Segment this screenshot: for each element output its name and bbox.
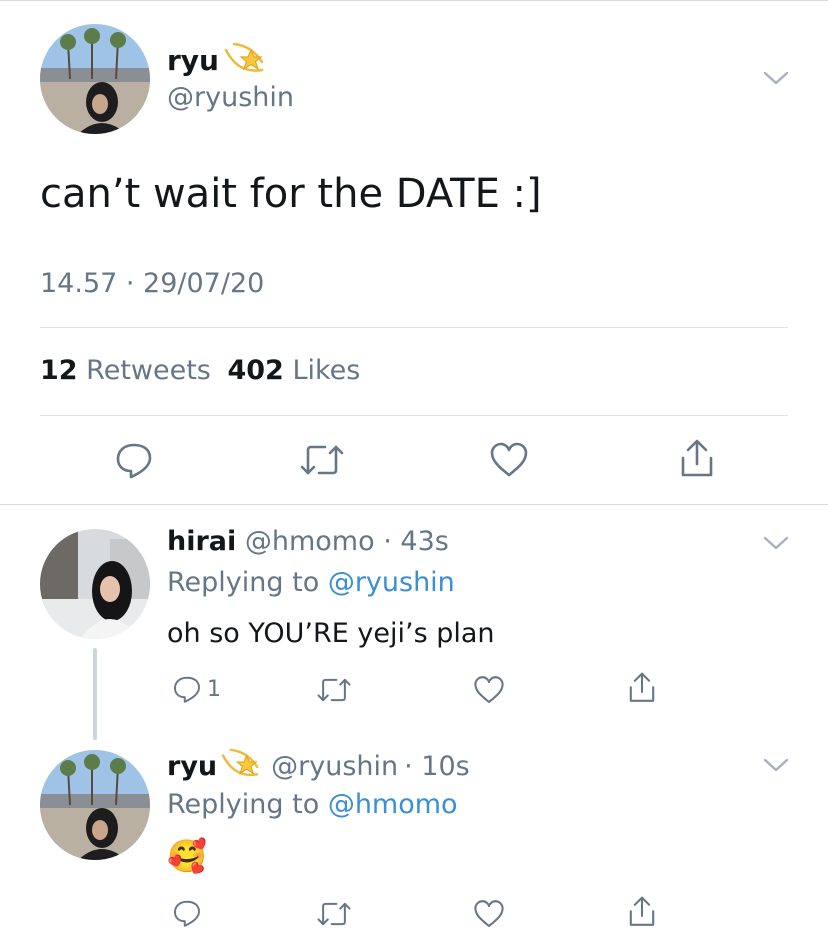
author-name-row: ryu <box>167 40 268 80</box>
like-heart-icon[interactable] <box>489 440 529 480</box>
reply2-reply-icon[interactable] <box>172 897 202 929</box>
reply1-header: hirai @hmomo · 43s <box>167 526 449 557</box>
reply2-display-name[interactable]: ryu <box>167 751 217 782</box>
thread-connector-line <box>93 648 97 740</box>
avatar-hirai[interactable] <box>40 529 150 639</box>
share-icon[interactable] <box>677 438 717 480</box>
tweet-timestamp[interactable]: 14.57 · 29/07/20 <box>40 268 264 299</box>
avatar-photo <box>40 24 150 134</box>
reply1-display-name[interactable]: hirai <box>167 526 236 557</box>
reply1-text: oh so YOU’RE yeji’s plan <box>167 618 495 649</box>
top-border <box>0 0 828 1</box>
tweet-text: can’t wait for the DATE :] <box>40 171 542 217</box>
reply2-replying-prefix: Replying to <box>167 789 320 820</box>
reply2-retweet-icon[interactable] <box>316 900 352 928</box>
likes-label: Likes <box>292 355 361 386</box>
avatar-photo-hirai <box>40 529 150 639</box>
reply2-handle[interactable]: @ryushin <box>271 751 398 782</box>
sparkle-icon <box>222 40 268 80</box>
retweet-icon[interactable] <box>299 442 345 478</box>
divider-top-stats <box>40 327 788 328</box>
engagement-stats: 12 Retweets 402 Likes <box>40 355 360 386</box>
retweets-stat[interactable]: 12 Retweets <box>40 355 219 386</box>
avatar-ryu-main[interactable] <box>40 24 150 134</box>
reply1-replying-prefix: Replying to <box>167 567 320 598</box>
tweet-menu-chevron-icon[interactable] <box>763 70 789 90</box>
retweets-count: 12 <box>40 355 78 386</box>
reply2-replying-to: Replying to @hmomo <box>167 789 458 820</box>
reply1-share-icon[interactable] <box>626 671 658 705</box>
reply1-reply-count: 1 <box>207 677 221 702</box>
author-handle[interactable]: @ryushin <box>167 82 294 113</box>
main-tweet-separator <box>0 504 828 505</box>
reply1-replying-to: Replying to @ryushin <box>167 567 455 598</box>
reply2-emoji-text: 🥰 <box>167 837 207 875</box>
reply-icon[interactable] <box>114 440 154 480</box>
display-name[interactable]: ryu <box>167 44 219 77</box>
reply1-reply-icon[interactable] <box>172 673 202 705</box>
divider-bottom-stats <box>40 415 788 416</box>
avatar-ryu-reply[interactable] <box>40 750 150 860</box>
reply2-menu-chevron-icon[interactable] <box>763 757 789 777</box>
reply2-share-icon[interactable] <box>626 895 658 929</box>
avatar-photo-ryu-reply <box>40 750 150 860</box>
reply2-replying-link[interactable]: @hmomo <box>328 789 458 820</box>
reply1-retweet-icon[interactable] <box>316 676 352 704</box>
reply2-sparkle-icon <box>219 746 263 787</box>
reply2-age: · 10s <box>404 750 470 782</box>
likes-count: 402 <box>227 355 284 386</box>
reply2-like-heart-icon[interactable] <box>473 898 505 930</box>
reply1-age: · 43s <box>383 526 449 557</box>
reply1-like-heart-icon[interactable] <box>473 674 505 706</box>
reply1-handle[interactable]: @hmomo <box>245 526 375 557</box>
reply2-header: ryu @ryushin · 10s <box>167 746 470 786</box>
retweets-label: Retweets <box>86 355 211 386</box>
reply1-menu-chevron-icon[interactable] <box>763 535 789 555</box>
likes-stat[interactable]: 402 Likes <box>227 355 360 386</box>
reply1-replying-link[interactable]: @ryushin <box>328 567 455 598</box>
